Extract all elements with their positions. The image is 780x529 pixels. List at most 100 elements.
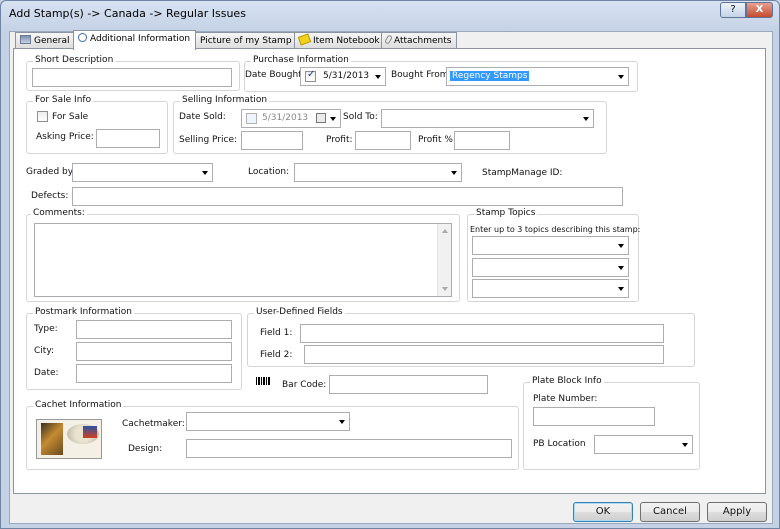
scroll-down-icon[interactable]	[442, 287, 448, 291]
cancel-button[interactable]: Cancel	[640, 502, 700, 522]
general-icon	[20, 35, 31, 44]
location-label: Location:	[248, 167, 290, 177]
plate-block-info-legend: Plate Block Info	[530, 376, 604, 386]
comments-scrollbar[interactable]	[437, 224, 451, 296]
comments-legend: Comments:	[31, 208, 87, 218]
profit-percent-label: Profit %	[418, 135, 453, 145]
bought-from-select[interactable]: Regency Stamps	[446, 67, 629, 86]
tab-picture-label: Picture of my Stamp	[200, 36, 292, 46]
sold-to-label: Sold To:	[343, 112, 378, 122]
chevron-down-icon	[618, 244, 624, 248]
tab-attachments-label: Attachments	[394, 36, 452, 46]
chevron-down-icon	[451, 171, 457, 175]
topic-select-2[interactable]	[472, 258, 629, 277]
for-sale-label: For Sale	[52, 112, 89, 122]
paperclip-icon	[384, 34, 393, 45]
comments-textarea[interactable]	[34, 223, 452, 297]
postmark-type-label: Type:	[34, 324, 58, 334]
plate-number-label: Plate Number:	[533, 394, 598, 404]
selling-information-legend: Selling Information	[180, 95, 270, 105]
tab-general-label: General	[34, 36, 70, 46]
help-button[interactable]: ?	[720, 2, 746, 18]
date-sold-value: 5/31/2013	[262, 113, 309, 123]
chevron-down-icon	[618, 287, 624, 291]
chevron-down-icon	[339, 420, 345, 424]
cachet-information-legend: Cachet Information	[33, 400, 124, 410]
add-stamp-window: Add Stamp(s) -> Canada -> Regular Issues…	[0, 0, 780, 529]
cachetmaker-select[interactable]	[186, 412, 350, 431]
postmark-type-input[interactable]	[76, 320, 232, 339]
stamp-image	[83, 426, 97, 438]
topic-select-1[interactable]	[472, 236, 629, 255]
chevron-down-icon	[375, 75, 381, 79]
postmark-city-label: City:	[34, 346, 55, 356]
additional-information-panel: Short Description Purchase Information D…	[13, 48, 766, 494]
field2-label: Field 2:	[260, 350, 293, 360]
window-title: Add Stamp(s) -> Canada -> Regular Issues	[9, 7, 246, 20]
calendar-icon	[316, 113, 326, 123]
asking-price-label: Asking Price:	[36, 132, 94, 142]
asking-price-input[interactable]	[96, 129, 160, 148]
sold-to-select[interactable]	[381, 109, 594, 128]
tab-item-notebook-label: Item Notebook	[313, 36, 380, 46]
selling-price-input[interactable]	[241, 131, 303, 150]
for-sale-info-legend: For Sale Info	[33, 95, 94, 105]
defects-input[interactable]	[72, 187, 623, 206]
design-input[interactable]	[186, 439, 512, 458]
pb-location-select[interactable]	[594, 435, 693, 454]
design-label: Design:	[128, 444, 163, 454]
postmark-city-input[interactable]	[76, 342, 232, 361]
scroll-up-icon[interactable]	[442, 229, 448, 233]
stamp-topics-legend: Stamp Topics	[474, 208, 538, 218]
close-button[interactable]: X	[746, 2, 773, 18]
plate-number-input[interactable]	[533, 407, 655, 426]
postmark-date-label: Date:	[34, 368, 59, 378]
field1-input[interactable]	[300, 324, 664, 343]
chevron-down-icon	[583, 117, 589, 121]
date-bought-checkbox[interactable]	[305, 69, 316, 82]
date-sold-checkbox[interactable]	[246, 113, 257, 124]
tab-additional-information[interactable]: Additional Information	[73, 30, 197, 50]
stampmanage-id-label: StampManage ID:	[482, 168, 563, 178]
tab-general[interactable]: General	[15, 32, 76, 49]
selling-price-label: Selling Price:	[179, 135, 238, 145]
profit-percent-input[interactable]	[454, 131, 510, 150]
stamp-topics-hint: Enter up to 3 topics describing this sta…	[470, 225, 641, 234]
chevron-down-icon	[618, 75, 624, 79]
chevron-down-icon	[682, 443, 688, 447]
graded-by-label: Graded by:	[26, 167, 76, 177]
tab-picture-of-my-stamp[interactable]: Picture of my Stamp	[186, 32, 298, 49]
field2-input[interactable]	[304, 345, 664, 364]
profit-label: Profit:	[326, 135, 353, 145]
barcode-icon	[256, 377, 270, 385]
graded-by-select[interactable]	[72, 163, 213, 182]
tab-additional-information-label: Additional Information	[90, 34, 191, 44]
date-bought-label: Date Bought:	[245, 70, 305, 80]
tab-attachments[interactable]: Attachments	[381, 32, 458, 49]
barcode-input[interactable]	[329, 375, 488, 394]
topic-select-3[interactable]	[472, 279, 629, 298]
postmark-information-legend: Postmark Information	[33, 307, 134, 317]
cachetmaker-label: Cachetmaker:	[122, 419, 185, 429]
profit-input[interactable]	[355, 131, 411, 150]
postmark-date-input[interactable]	[76, 364, 232, 383]
location-select[interactable]	[294, 163, 462, 182]
apply-button[interactable]: Apply	[707, 502, 767, 522]
chevron-down-icon	[618, 266, 624, 270]
short-description-input[interactable]	[32, 68, 232, 87]
bought-from-label: Bought From:	[391, 70, 452, 80]
date-bought-value: 5/31/2013	[323, 71, 370, 81]
cachet-picture	[41, 423, 63, 455]
date-sold-label: Date Sold:	[179, 112, 226, 122]
chevron-down-icon	[330, 117, 336, 121]
field1-label: Field 1:	[260, 328, 293, 338]
pb-location-label: PB Location	[533, 439, 586, 449]
ok-button[interactable]: OK	[573, 502, 633, 522]
bought-from-value: Regency Stamps	[450, 71, 530, 81]
tab-item-notebook[interactable]: Item Notebook	[294, 32, 386, 49]
user-defined-fields-legend: User-Defined Fields	[254, 307, 345, 317]
info-icon	[78, 33, 87, 42]
defects-label: Defects:	[31, 191, 69, 201]
for-sale-checkbox[interactable]	[37, 111, 48, 122]
chevron-down-icon	[202, 171, 208, 175]
